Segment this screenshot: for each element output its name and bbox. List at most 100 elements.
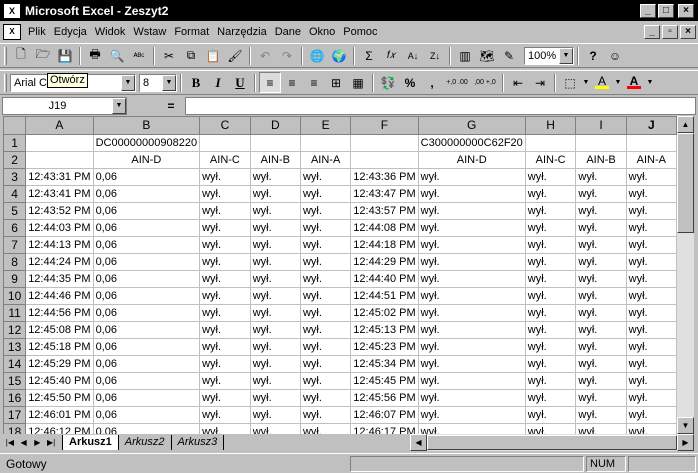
cell-b16[interactable]: 0,06 (93, 389, 201, 407)
cell-b15[interactable]: 0,06 (93, 372, 201, 390)
workbook-minimize-button[interactable]: _ (644, 24, 660, 39)
sheet-tab-arkusz1[interactable]: Arkusz1 (62, 435, 118, 450)
cell-a15[interactable]: 12:45:40 PM (25, 372, 94, 390)
cell-d6[interactable]: wył. (250, 219, 301, 237)
cell-j10[interactable]: wył. (626, 287, 677, 305)
map-icon[interactable]: 🗺 (476, 45, 498, 66)
cell-h3[interactable]: wył. (525, 168, 577, 186)
sheet-tab-arkusz3[interactable]: Arkusz3 (170, 435, 225, 450)
cell-d4[interactable]: wył. (250, 185, 301, 203)
cell-i3[interactable]: wył. (575, 168, 627, 186)
column-header-f[interactable]: F (350, 117, 419, 135)
underline-button[interactable]: U (229, 72, 251, 93)
row-header-17[interactable]: 17 (4, 406, 27, 424)
cell-c15[interactable]: wył. (199, 372, 251, 390)
cell-i7[interactable]: wył. (575, 236, 627, 254)
row-header-9[interactable]: 9 (4, 270, 27, 288)
prev-sheet-icon[interactable]: ◀ (17, 435, 31, 450)
menu-item-wstaw[interactable]: Wstaw (129, 26, 170, 38)
cell-e6[interactable]: wył. (300, 219, 352, 237)
cell-f7[interactable]: 12:44:18 PM (350, 236, 419, 254)
cell-j1[interactable] (626, 134, 677, 152)
cell-h18[interactable]: wył. (525, 423, 577, 434)
cell-b5[interactable]: 0,06 (93, 202, 201, 220)
cell-e8[interactable]: wył. (300, 253, 352, 271)
zoom-combo[interactable]: 100% ▼ (524, 46, 574, 65)
menu-item-pomoc[interactable]: Pomoc (339, 26, 381, 38)
row-header-6[interactable]: 6 (4, 219, 27, 237)
cell-h4[interactable]: wył. (525, 185, 577, 203)
cell-e17[interactable]: wył. (300, 406, 352, 424)
merge-center-icon[interactable]: ⊞ (325, 72, 347, 93)
select-all-corner[interactable] (4, 117, 27, 135)
borders-icon[interactable]: ⬚ (559, 72, 581, 93)
cell-e12[interactable]: wył. (300, 321, 352, 339)
decrease-decimal-button[interactable]: ,00 +,0 (471, 72, 499, 93)
cell-f15[interactable]: 12:45:45 PM (350, 372, 419, 390)
workbook-close-button[interactable]: × (680, 24, 696, 39)
cell-c8[interactable]: wył. (199, 253, 251, 271)
menu-item-widok[interactable]: Widok (91, 26, 130, 38)
cell-g7[interactable]: wył. (418, 236, 526, 254)
cell-i12[interactable]: wył. (575, 321, 627, 339)
office-assistant-icon[interactable]: ☺ (604, 45, 626, 66)
cell-j13[interactable]: wył. (626, 338, 677, 356)
cell-g3[interactable]: wył. (418, 168, 526, 186)
cell-e14[interactable]: wył. (300, 355, 352, 373)
cell-c7[interactable]: wył. (199, 236, 251, 254)
cell-a14[interactable]: 12:45:29 PM (25, 355, 94, 373)
copy-icon[interactable]: ⧉ (180, 45, 202, 66)
align-right-icon[interactable]: ≡ (303, 72, 325, 93)
row-header-3[interactable]: 3 (4, 168, 27, 186)
cell-c14[interactable]: wył. (199, 355, 251, 373)
decrease-indent-icon[interactable]: ⇤ (507, 72, 529, 93)
name-box-dropdown[interactable]: ▼ (112, 98, 126, 114)
row-header-14[interactable]: 14 (4, 355, 27, 373)
cell-g14[interactable]: wył. (418, 355, 526, 373)
maximize-button[interactable]: □ (658, 3, 674, 18)
cell-j4[interactable]: wył. (626, 185, 677, 203)
function-icon[interactable]: f𝑥 (380, 45, 402, 66)
cell-h1[interactable] (525, 134, 577, 152)
menu-item-narzedzia[interactable]: Narzędzia (213, 26, 271, 38)
cell-h12[interactable]: wył. (525, 321, 577, 339)
cell-h2[interactable]: AIN-C (525, 151, 577, 169)
last-sheet-icon[interactable]: ▶| (44, 435, 58, 450)
cell-d18[interactable]: wył. (250, 423, 301, 434)
cell-a10[interactable]: 12:44:46 PM (25, 287, 94, 305)
cell-c16[interactable]: wył. (199, 389, 251, 407)
cell-b3[interactable]: 0,06 (93, 168, 201, 186)
cell-b14[interactable]: 0,06 (93, 355, 201, 373)
scroll-right-icon[interactable]: ▶ (676, 434, 694, 451)
cell-a13[interactable]: 12:45:18 PM (25, 338, 94, 356)
title-bar[interactable]: X Microsoft Excel - Zeszyt2 _ □ × (0, 0, 698, 21)
edit-formula-button[interactable]: = (157, 99, 185, 113)
menu-item-dane[interactable]: Dane (271, 26, 305, 38)
sheet-tab-arkusz2[interactable]: Arkusz2 (117, 435, 171, 450)
row-header-4[interactable]: 4 (4, 185, 27, 203)
row-header-7[interactable]: 7 (4, 236, 27, 254)
cell-h13[interactable]: wył. (525, 338, 577, 356)
horizontal-scrollbar[interactable]: ◀ ▶ (409, 434, 694, 451)
sort-ascending-icon[interactable]: A↓ (402, 45, 424, 66)
menu-item-plik[interactable]: Plik (24, 26, 50, 38)
cell-i9[interactable]: wył. (575, 270, 627, 288)
cell-a1[interactable] (25, 134, 94, 152)
cell-i17[interactable]: wył. (575, 406, 627, 424)
cell-j16[interactable]: wył. (626, 389, 677, 407)
cell-i15[interactable]: wył. (575, 372, 627, 390)
horizontal-scroll-thumb[interactable] (426, 435, 677, 450)
cell-e4[interactable]: wył. (300, 185, 352, 203)
cell-d5[interactable]: wył. (250, 202, 301, 220)
cell-h14[interactable]: wył. (525, 355, 577, 373)
toolbar-grip[interactable] (4, 73, 7, 92)
cell-j8[interactable]: wył. (626, 253, 677, 271)
row-header-12[interactable]: 12 (4, 321, 27, 339)
cell-c10[interactable]: wył. (199, 287, 251, 305)
cell-g4[interactable]: wył. (418, 185, 526, 203)
align-left-icon[interactable]: ≡ (259, 72, 281, 93)
web-toolbar-icon[interactable]: 🌍 (328, 45, 350, 66)
cell-b13[interactable]: 0,06 (93, 338, 201, 356)
paste-icon[interactable]: 📋 (202, 45, 224, 66)
autosum-icon[interactable]: Σ (358, 45, 380, 66)
